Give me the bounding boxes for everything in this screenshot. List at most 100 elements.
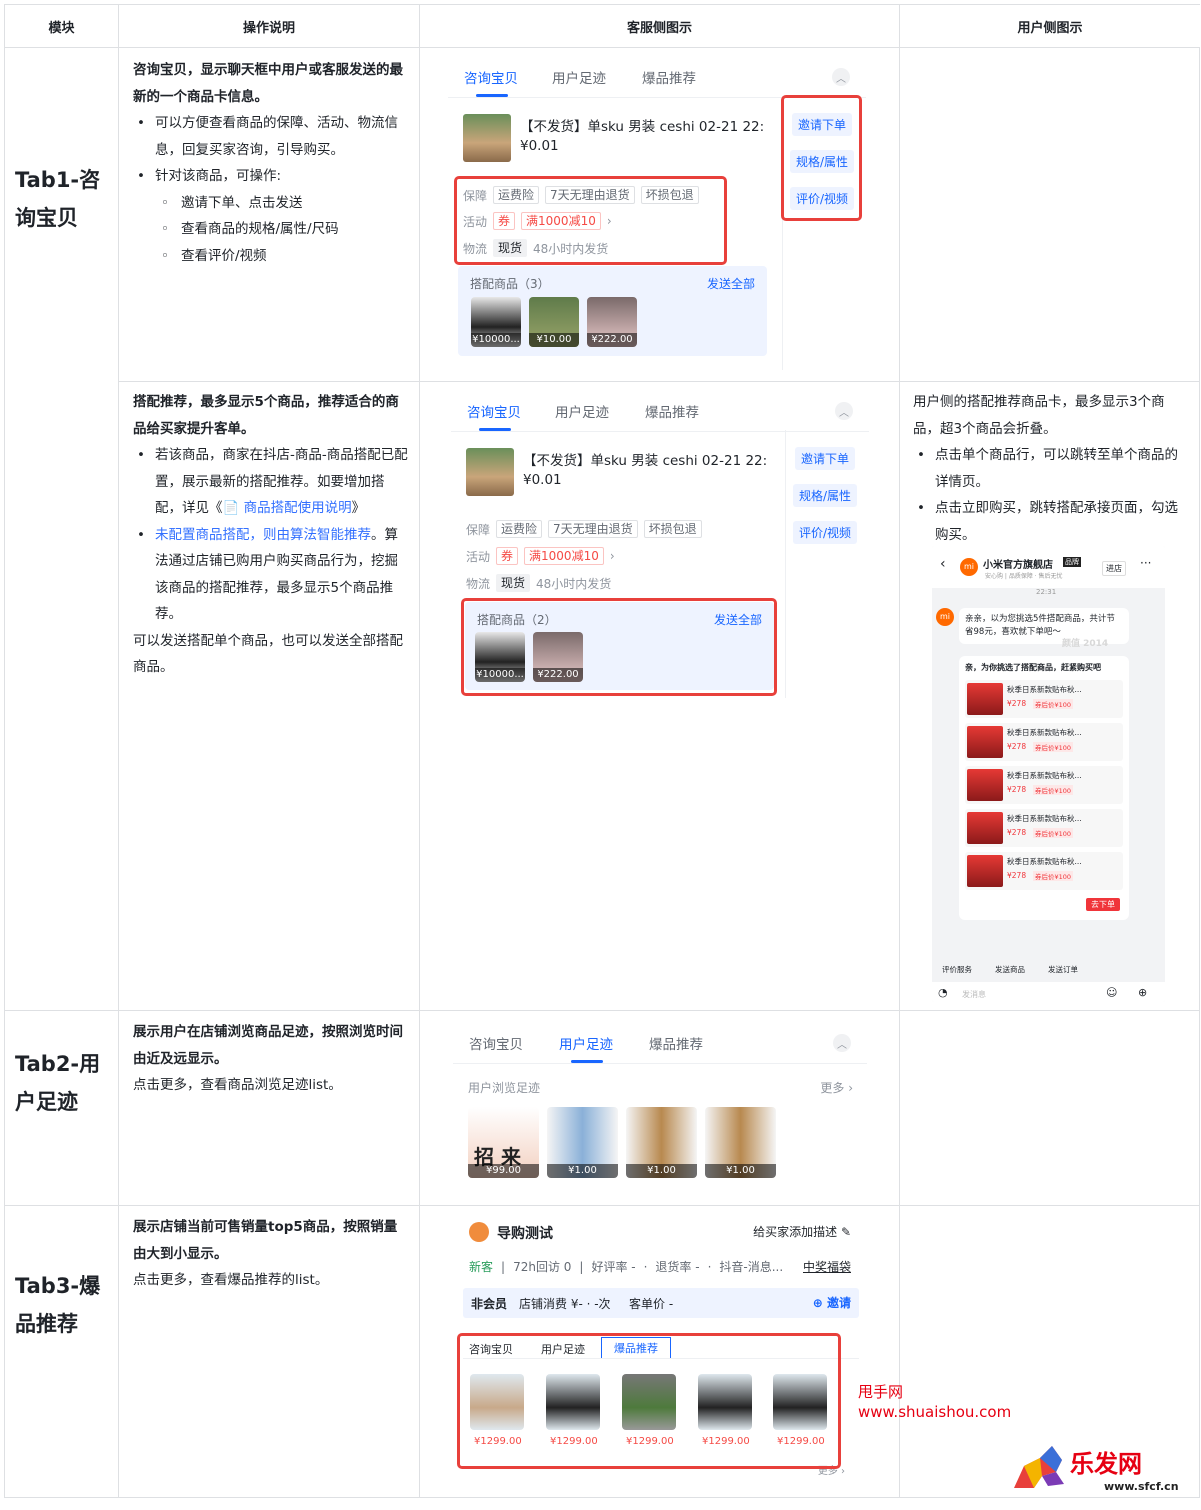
product-title: 【不发货】单sku 男装 ceshi 02-21 22: xyxy=(520,119,765,135)
item-name: 秋季日系新款贴布秋... xyxy=(1007,814,1082,823)
phone-brand-badge: 品牌 xyxy=(1063,557,1081,567)
invite-order-button[interactable]: 邀请下单 xyxy=(795,447,856,470)
add-desc[interactable]: 给买家添加描述 ✎ xyxy=(753,1223,851,1240)
highlight-box xyxy=(461,598,777,696)
shop-logo-icon: mi xyxy=(960,558,978,576)
tab-consult[interactable]: 咨询宝贝 xyxy=(469,1033,523,1053)
chevron-up-icon[interactable]: ︿ xyxy=(832,68,850,86)
item-coupon: 券后价¥100 xyxy=(1033,699,1074,709)
item-thumb xyxy=(967,726,1003,758)
panel-tabs: 咨询宝贝 用户足迹 爆品推荐 ︿ xyxy=(448,56,866,98)
product-thumb xyxy=(463,114,511,162)
footprint-item[interactable]: 招 来 ¥99.00 xyxy=(468,1107,539,1178)
tab-hot[interactable]: 爆品推荐 xyxy=(642,67,696,87)
algo-link[interactable]: 未配置商品搭配，则由算法智能推荐 xyxy=(155,527,371,543)
panel-tabs: 咨询宝贝 用户足迹 爆品推荐 ︿ xyxy=(453,1022,867,1064)
highlight-box xyxy=(454,176,727,265)
shop-name: 导购测试 xyxy=(497,1226,553,1242)
item-price: ¥278 xyxy=(1007,699,1027,708)
tab-consult[interactable]: 咨询宝贝 xyxy=(464,67,518,97)
op-consult-bullet: 针对该商品，可操作: xyxy=(133,163,409,190)
op-consult-sub: 邀请下单、点击发送 xyxy=(133,190,409,217)
phone-bundle-item[interactable]: 秋季日系新款贴布秋... ¥278 券后价¥100 xyxy=(965,852,1123,890)
bundle-item[interactable]: ¥222.00 xyxy=(587,297,637,347)
bundle-item[interactable]: ¥10000... xyxy=(471,297,521,347)
bundle-item[interactable]: ¥10.00 xyxy=(529,297,579,347)
review-button[interactable]: 评价/视频 xyxy=(793,521,858,544)
enter-shop-button[interactable]: 进店 xyxy=(1102,561,1126,576)
phone-bundle-item[interactable]: 秋季日系新款贴布秋... ¥278 券后价¥100 xyxy=(965,809,1123,847)
tab-footprint[interactable]: 用户足迹 xyxy=(555,401,609,421)
tab-consult[interactable]: 咨询宝贝 xyxy=(467,401,521,431)
item-price: ¥278 xyxy=(1007,742,1027,751)
user-note-lead: 用户侧的搭配推荐商品卡，最多显示3个商品，超3个商品会折叠。 xyxy=(913,394,1165,437)
panel-tabs: 咨询宝贝 用户足迹 爆品推荐 ︿ xyxy=(451,390,869,432)
site-watermark: 甩手网 xyxy=(858,1383,904,1401)
lottery-link[interactable]: 中奖福袋 xyxy=(803,1258,851,1275)
module-tab1: Tab1-咨询宝贝 xyxy=(15,168,101,230)
op-bundle-bullet: 未配置商品搭配，则由算法智能推荐。算法通过店铺已购用户购买商品行为，挖掘该商品的… xyxy=(133,522,409,628)
tab-hot[interactable]: 爆品推荐 xyxy=(649,1033,703,1053)
chevron-up-icon[interactable]: ︿ xyxy=(833,1034,851,1052)
item-price: ¥278 xyxy=(1007,785,1027,794)
item-thumb xyxy=(967,769,1003,801)
user-phone-screenshot: ‹ mi 小米官方旗舰店 品牌 安心购 | 品质保障 · 售后无忧 进店 ···… xyxy=(932,546,1165,1002)
op-hot-tail: 点击更多，查看爆品推荐的list。 xyxy=(133,1272,329,1288)
phone-quick-action[interactable]: 发送订单 xyxy=(1048,964,1078,975)
phone-quick-action[interactable]: 发送商品 xyxy=(995,964,1025,975)
chevron-up-icon[interactable]: ︿ xyxy=(835,402,853,420)
emoji-icon[interactable]: ☺ xyxy=(1106,986,1117,999)
op-consult-sub: 查看商品的规格/属性/尺码 xyxy=(133,216,409,243)
item-thumb xyxy=(967,855,1003,887)
logo-icon xyxy=(1012,1444,1068,1490)
logistics-row: 物流 现货 48小时内发货 xyxy=(466,574,612,592)
footprint-item[interactable]: ¥1.00 xyxy=(705,1107,776,1178)
user-note-bullet: 点击单个商品行，可以跳转至单个商品的详情页。 xyxy=(913,442,1191,495)
op-consult-bullet: 可以方便查看商品的保障、活动、物流信息，回复买家咨询，引导购买。 xyxy=(133,110,409,163)
shop-stats: 新客 | 72h回访 0 | 好评率 - · 退货率 - · 抖音-消息... xyxy=(469,1259,784,1275)
op-footprint: 展示用户在店铺浏览商品足迹，按照浏览时间由近及远显示。 点击更多，查看商品浏览足… xyxy=(133,1019,409,1099)
activity-row: 活动券满1000减10 › xyxy=(466,547,615,565)
op-consult-lead: 咨询宝贝，显示聊天框中用户或客服发送的最新的一个商品卡信息。 xyxy=(133,62,403,105)
highlight-box xyxy=(457,1333,841,1469)
phone-watermark: 颜值 2014 xyxy=(1062,639,1109,649)
guarantee-row: 保障 运费险 7天无理由退货 坏损包退 xyxy=(466,520,702,538)
item-price: ¥278 xyxy=(1007,871,1027,880)
header-cs-view: 客服侧图示 xyxy=(420,5,899,47)
shop-logo-icon: mi xyxy=(936,608,954,626)
phone-time: 22:31 xyxy=(1036,588,1057,596)
footprint-item[interactable]: ¥1.00 xyxy=(547,1107,618,1178)
item-coupon: 券后价¥100 xyxy=(1033,742,1074,752)
op-bundle-bullet: 若该商品，商家在抖店-商品-商品搭配已配置，展示最新的搭配推荐。如要增加搭配，详… xyxy=(133,442,409,522)
tab-footprint[interactable]: 用户足迹 xyxy=(559,1033,613,1063)
item-name: 秋季日系新款贴布秋... xyxy=(1007,685,1082,694)
buy-now-button[interactable]: 去下单 xyxy=(1086,898,1120,911)
tab-footprint[interactable]: 用户足迹 xyxy=(552,67,606,87)
phone-bundle-item[interactable]: 秋季日系新款贴布秋... ¥278 券后价¥100 xyxy=(965,766,1123,804)
header-module: 模块 xyxy=(5,5,118,47)
plus-icon[interactable]: ⊕ xyxy=(1138,986,1147,999)
shop-avatar xyxy=(469,1222,489,1242)
item-name: 秋季日系新款贴布秋... xyxy=(1007,771,1082,780)
logo-url: www.sfcf.cn xyxy=(1104,1480,1179,1493)
phone-quick-action[interactable]: 评价服务 xyxy=(942,964,972,975)
doc-link[interactable]: 📄 商品搭配使用说明 xyxy=(223,500,352,516)
footprint-more[interactable]: 更多 › xyxy=(820,1079,853,1096)
phone-bundle-item[interactable]: 秋季日系新款贴布秋... ¥278 券后价¥100 xyxy=(965,680,1123,718)
member-bar: 非会员 店铺消费 ¥- · -次 客单价 - ⊕ 邀请 xyxy=(463,1288,859,1318)
footprint-item[interactable]: ¥1.00 xyxy=(626,1107,697,1178)
item-coupon: 券后价¥100 xyxy=(1033,871,1074,881)
voice-icon[interactable]: ◔ xyxy=(938,986,948,999)
tab-hot[interactable]: 爆品推荐 xyxy=(645,401,699,421)
invite-button[interactable]: ⊕ 邀请 xyxy=(813,1294,851,1311)
edit-icon: ✎ xyxy=(840,1225,851,1239)
phone-message-input[interactable]: 发消息 xyxy=(962,989,986,1000)
product-price: ¥0.01 xyxy=(520,138,559,154)
phone-bundle-item[interactable]: 秋季日系新款贴布秋... ¥278 券后价¥100 xyxy=(965,723,1123,761)
back-icon[interactable]: ‹ xyxy=(940,556,946,572)
module-tab2: Tab2-用户足迹 xyxy=(15,1052,101,1114)
spec-button[interactable]: 规格/属性 xyxy=(793,484,858,507)
site-watermark: www.shuaishou.com xyxy=(858,1403,1012,1421)
send-all-button[interactable]: 发送全部 xyxy=(707,275,755,292)
more-icon[interactable]: ··· xyxy=(1140,556,1151,570)
